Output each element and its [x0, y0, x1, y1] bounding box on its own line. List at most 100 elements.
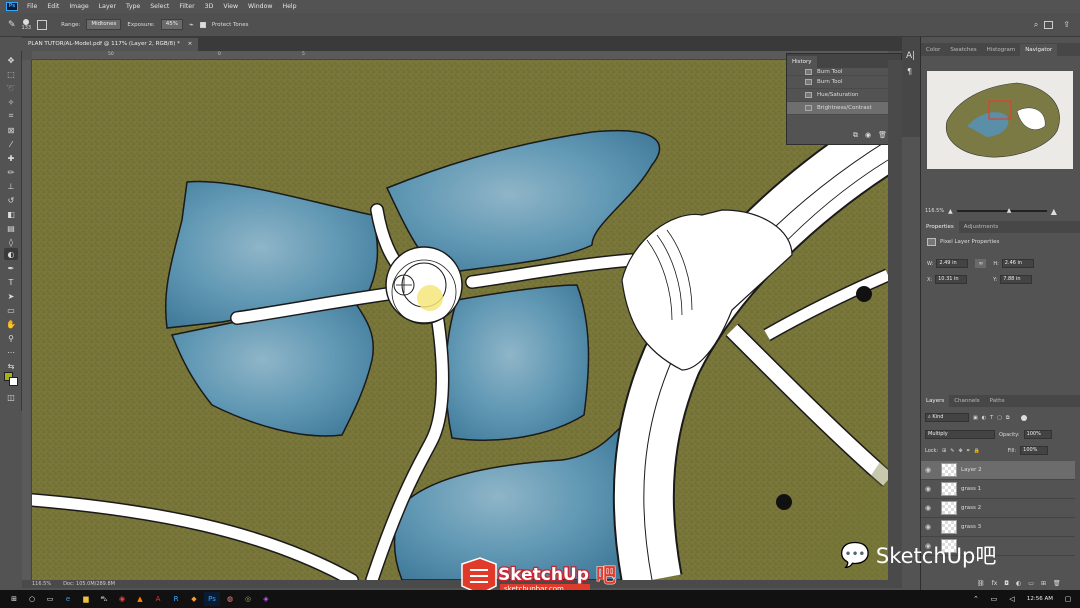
- history-item-selected[interactable]: Brightness/Contrast: [787, 102, 901, 115]
- link-layers-icon[interactable]: ⛓: [977, 580, 985, 587]
- zoom-tool-icon[interactable]: ⚲: [4, 332, 18, 344]
- height-field[interactable]: 2.46 in: [1001, 259, 1034, 268]
- workspace-icon[interactable]: [1044, 20, 1054, 29]
- navigator-preview[interactable]: [927, 71, 1073, 169]
- x-field[interactable]: 10.31 in: [935, 275, 968, 284]
- zoom-out-icon[interactable]: ▲: [948, 208, 953, 215]
- lock-pixels-icon[interactable]: ✎: [950, 448, 954, 454]
- lock-all-icon[interactable]: 🔒: [974, 448, 980, 454]
- visibility-eye-icon[interactable]: ◉: [921, 466, 935, 474]
- tab-layers[interactable]: Layers: [921, 395, 950, 407]
- fill-field[interactable]: 100%: [1020, 446, 1049, 455]
- tab-adjustments[interactable]: Adjustments: [959, 221, 1003, 233]
- filter-shape-icon[interactable]: ▢: [997, 415, 1002, 421]
- visibility-eye-icon[interactable]: ◉: [921, 523, 935, 531]
- new-adjustment-icon[interactable]: ◐: [1016, 580, 1021, 587]
- layer-row[interactable]: ◉ grass 2: [921, 499, 1075, 518]
- canvas-site-plan[interactable]: [32, 60, 888, 580]
- tab-navigator[interactable]: Navigator: [1020, 44, 1058, 56]
- visibility-eye-icon[interactable]: ◉: [921, 485, 935, 493]
- status-zoom[interactable]: 116.5%: [32, 581, 51, 587]
- menu-type[interactable]: Type: [121, 3, 145, 10]
- path-select-icon[interactable]: ➤: [4, 290, 18, 302]
- more-tools-icon[interactable]: ⋯: [4, 346, 18, 358]
- add-mask-icon[interactable]: ◘: [1004, 580, 1009, 587]
- revit-icon[interactable]: R: [168, 592, 184, 606]
- explorer-icon[interactable]: ▆: [78, 592, 94, 606]
- menu-window[interactable]: Window: [243, 3, 277, 10]
- new-layer-icon[interactable]: ⊞: [1041, 580, 1046, 587]
- brush-panel-icon[interactable]: [37, 19, 48, 30]
- lock-position-icon[interactable]: ✥: [959, 448, 963, 454]
- acrobat-icon[interactable]: A: [150, 592, 166, 606]
- filter-toggle-icon[interactable]: [1021, 414, 1028, 421]
- frame-tool-icon[interactable]: ⊠: [4, 124, 18, 136]
- tab-color[interactable]: Color: [921, 44, 945, 56]
- store-icon[interactable]: ⛍: [96, 592, 112, 606]
- pen-tool-icon[interactable]: ✒: [4, 262, 18, 274]
- history-item[interactable]: Burn Tool: [787, 68, 901, 76]
- airbrush-icon[interactable]: ⌁: [189, 20, 194, 29]
- fx-icon[interactable]: fx: [992, 580, 998, 587]
- filter-type-icon[interactable]: T: [990, 415, 993, 421]
- history-brush-icon[interactable]: ↺: [4, 194, 18, 206]
- menu-select[interactable]: Select: [145, 3, 174, 10]
- eyedropper-tool-icon[interactable]: ⁄: [4, 138, 18, 150]
- app-icon-b[interactable]: ◍: [222, 592, 238, 606]
- vertical-scrollbar[interactable]: [888, 60, 902, 580]
- zoom-in-icon[interactable]: ▲: [1051, 207, 1057, 216]
- brush-size[interactable]: 133: [22, 18, 31, 31]
- tab-swatches[interactable]: Swatches: [945, 44, 981, 56]
- move-tool-icon[interactable]: ✥: [4, 54, 18, 66]
- layer-name[interactable]: Layer 2: [961, 467, 982, 473]
- menu-help[interactable]: Help: [277, 3, 301, 10]
- burn-tool-icon[interactable]: ✎: [8, 20, 16, 30]
- layer-name[interactable]: grass 2: [961, 505, 981, 511]
- share-icon[interactable]: ⇪: [1063, 20, 1070, 29]
- shape-tool-icon[interactable]: ▭: [4, 304, 18, 316]
- task-view-icon[interactable]: ▭: [42, 592, 58, 606]
- layer-row[interactable]: ◉ Layer 2: [921, 461, 1075, 480]
- history-item[interactable]: Hue/Saturation: [787, 89, 901, 102]
- character-panel-icon[interactable]: A|: [906, 51, 915, 61]
- app-icon-c[interactable]: ◎: [240, 592, 256, 606]
- network-icon[interactable]: ▭: [986, 592, 1002, 606]
- search-icon[interactable]: ⌕: [1034, 20, 1038, 30]
- navigator-zoom[interactable]: 116.5%: [925, 208, 944, 214]
- history-item[interactable]: Burn Tool: [787, 76, 901, 89]
- edge-icon[interactable]: e: [60, 592, 76, 606]
- filter-smart-icon[interactable]: ⧉: [1006, 415, 1010, 421]
- paragraph-panel-icon[interactable]: ¶: [907, 67, 912, 76]
- marquee-tool-icon[interactable]: ⬚: [4, 68, 18, 80]
- notification-icon[interactable]: ▢: [1060, 592, 1076, 606]
- zoom-slider[interactable]: ▲: [956, 207, 1047, 214]
- history-tab[interactable]: History: [787, 56, 817, 68]
- tab-properties[interactable]: Properties: [921, 221, 959, 233]
- document-tab[interactable]: PLAN TUTOR/AL-Model.pdf @ 117% (Layer 2,…: [22, 38, 199, 51]
- layer-name[interactable]: grass 1: [961, 486, 981, 492]
- default-colors-icon[interactable]: ⇆: [4, 360, 18, 372]
- eraser-tool-icon[interactable]: ◧: [4, 208, 18, 220]
- gradient-tool-icon[interactable]: ▤: [4, 222, 18, 234]
- quick-select-tool-icon[interactable]: ✧: [4, 96, 18, 108]
- layer-row[interactable]: ◉ grass 1: [921, 480, 1075, 499]
- background-color-swatch[interactable]: [9, 377, 18, 386]
- burn-tool-icon[interactable]: ◐: [4, 248, 18, 260]
- snapshot-icon[interactable]: ◉: [865, 131, 871, 140]
- lock-artboard-icon[interactable]: ⌗: [967, 448, 970, 454]
- menu-3d[interactable]: 3D: [200, 3, 219, 10]
- new-document-from-state-icon[interactable]: ⧉: [853, 131, 858, 140]
- app-icon[interactable]: ◆: [186, 592, 202, 606]
- blend-mode-select[interactable]: Multiply: [925, 430, 995, 439]
- tab-channels[interactable]: Channels: [949, 395, 984, 407]
- new-group-icon[interactable]: ▭: [1028, 580, 1034, 587]
- opacity-field[interactable]: 100%: [1023, 430, 1052, 439]
- tab-paths[interactable]: Paths: [985, 395, 1010, 407]
- menu-image[interactable]: Image: [64, 3, 93, 10]
- filter-adjust-icon[interactable]: ◐: [982, 415, 986, 421]
- brush-tool-icon[interactable]: ✏: [4, 166, 18, 178]
- menu-view[interactable]: View: [218, 3, 243, 10]
- healing-tool-icon[interactable]: ✚: [4, 152, 18, 164]
- lasso-tool-icon[interactable]: ➰: [4, 82, 18, 94]
- quick-mask-icon[interactable]: ◫: [4, 391, 18, 403]
